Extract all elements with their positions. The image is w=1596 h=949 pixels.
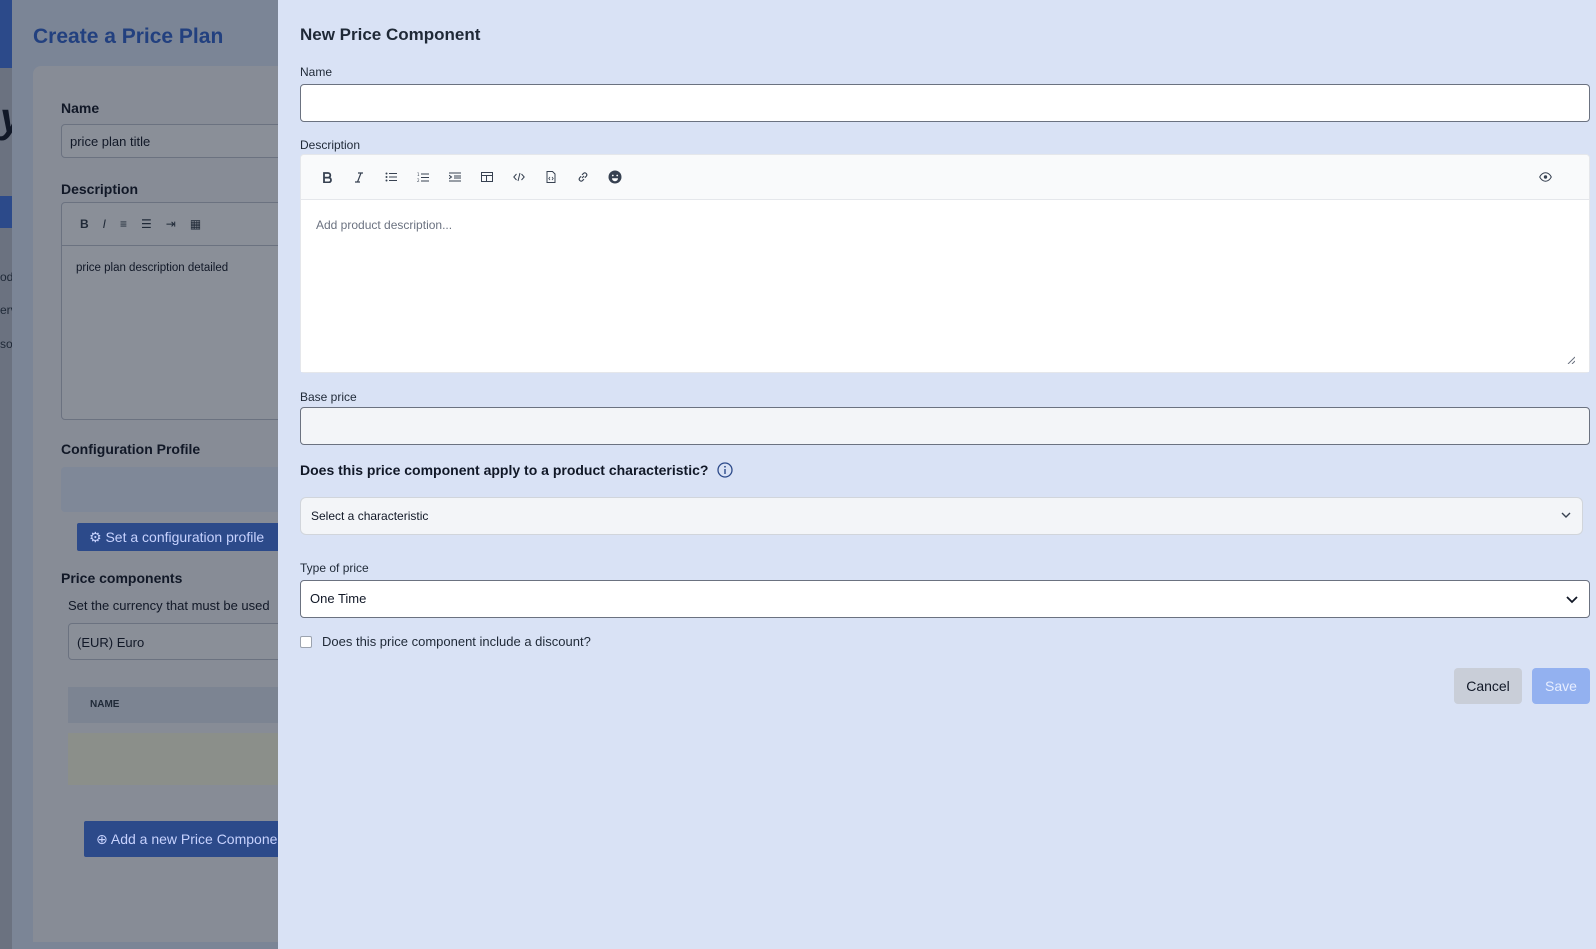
currency-hint: Set the currency that must be used	[68, 598, 270, 613]
new-price-component-panel: New Price Component Name Description 12	[278, 0, 1596, 949]
description-textarea[interactable]	[301, 200, 1589, 372]
italic-icon: I	[102, 217, 107, 231]
emoji-icon[interactable]	[606, 168, 624, 186]
currency-select: (EUR) Euro	[68, 623, 301, 660]
editor-toolbar: 12	[301, 155, 1589, 200]
characteristic-question: Does this price component apply to a pro…	[300, 462, 734, 478]
description-label: Description	[300, 138, 361, 152]
table-row	[68, 733, 298, 785]
base-price-input[interactable]	[300, 407, 1590, 445]
sidebar-item: so	[0, 337, 12, 351]
sidebar-item: erv	[0, 303, 12, 317]
set-config-profile-button: ⚙ Set a configuration profile	[77, 523, 301, 551]
name-label: Name	[61, 100, 100, 116]
discount-option: Does this price component include a disc…	[300, 634, 591, 649]
svg-text:2: 2	[417, 178, 420, 183]
logo: y	[0, 94, 12, 142]
characteristic-select-value: Select a characteristic	[311, 509, 429, 523]
characteristic-select[interactable]: Select a characteristic	[300, 497, 1583, 535]
editor-toolbar: B I ≡ ☰ ⇥ ▦	[62, 203, 302, 246]
description-text: price plan description detailed	[76, 262, 229, 274]
sidebar-header	[0, 0, 12, 68]
panel-title: New Price Component	[300, 25, 481, 44]
table-icon: ▦	[189, 217, 202, 231]
type-of-price-select[interactable]: One Time	[300, 580, 1590, 618]
chevron-down-icon	[1566, 596, 1578, 604]
table-icon[interactable]	[478, 168, 496, 186]
config-profile-box	[61, 467, 301, 512]
plan-description-editor: B I ≡ ☰ ⇥ ▦ price plan description detai…	[61, 202, 303, 420]
price-components-label: Price components	[61, 570, 183, 586]
table-header-name: NAME	[68, 687, 298, 723]
preview-eye-icon[interactable]	[1536, 168, 1554, 186]
bullet-list-icon: ≡	[120, 217, 128, 231]
type-of-price-value: One Time	[310, 591, 367, 606]
save-button[interactable]: Save	[1532, 668, 1590, 704]
discount-question: Does this price component include a disc…	[322, 634, 591, 649]
characteristic-question-text: Does this price component apply to a pro…	[300, 462, 709, 478]
name-input[interactable]	[300, 84, 1590, 122]
config-profile-label: Configuration Profile	[61, 441, 201, 457]
description-label: Description	[61, 181, 139, 197]
link-icon[interactable]	[574, 168, 592, 186]
bullet-list-icon[interactable]	[382, 168, 400, 186]
bold-icon[interactable]	[318, 168, 336, 186]
discount-checkbox[interactable]	[300, 635, 312, 648]
code-icon[interactable]	[510, 168, 528, 186]
resize-grip-icon[interactable]	[1567, 356, 1575, 364]
add-price-component-button: ⊕ Add a new Price Componen	[84, 821, 301, 857]
page-title: Create a Price Plan	[33, 25, 224, 48]
indent-icon: ⇥	[165, 217, 176, 231]
plus-circle-icon: ⊕	[96, 831, 111, 847]
base-price-label: Base price	[300, 390, 357, 404]
svg-text:1: 1	[417, 172, 420, 177]
indent-icon[interactable]	[446, 168, 464, 186]
code-block-icon[interactable]	[542, 168, 560, 186]
sidebar-item: od	[0, 270, 12, 284]
numbered-list-icon: ☰	[141, 217, 152, 231]
description-editor: 12	[300, 154, 1590, 373]
italic-icon[interactable]	[350, 168, 368, 186]
app-sidebar: od erv so	[0, 0, 12, 949]
sidebar-active-item	[0, 196, 12, 228]
info-icon[interactable]	[717, 462, 734, 478]
type-of-price-label: Type of price	[300, 561, 369, 575]
name-label: Name	[300, 65, 333, 79]
bold-icon: B	[80, 217, 89, 231]
plan-name-input: price plan title	[61, 124, 301, 158]
cancel-button[interactable]: Cancel	[1454, 668, 1522, 704]
sliders-icon: ⚙	[89, 529, 106, 545]
numbered-list-icon[interactable]: 12	[414, 168, 432, 186]
chevron-down-icon	[1561, 512, 1571, 518]
